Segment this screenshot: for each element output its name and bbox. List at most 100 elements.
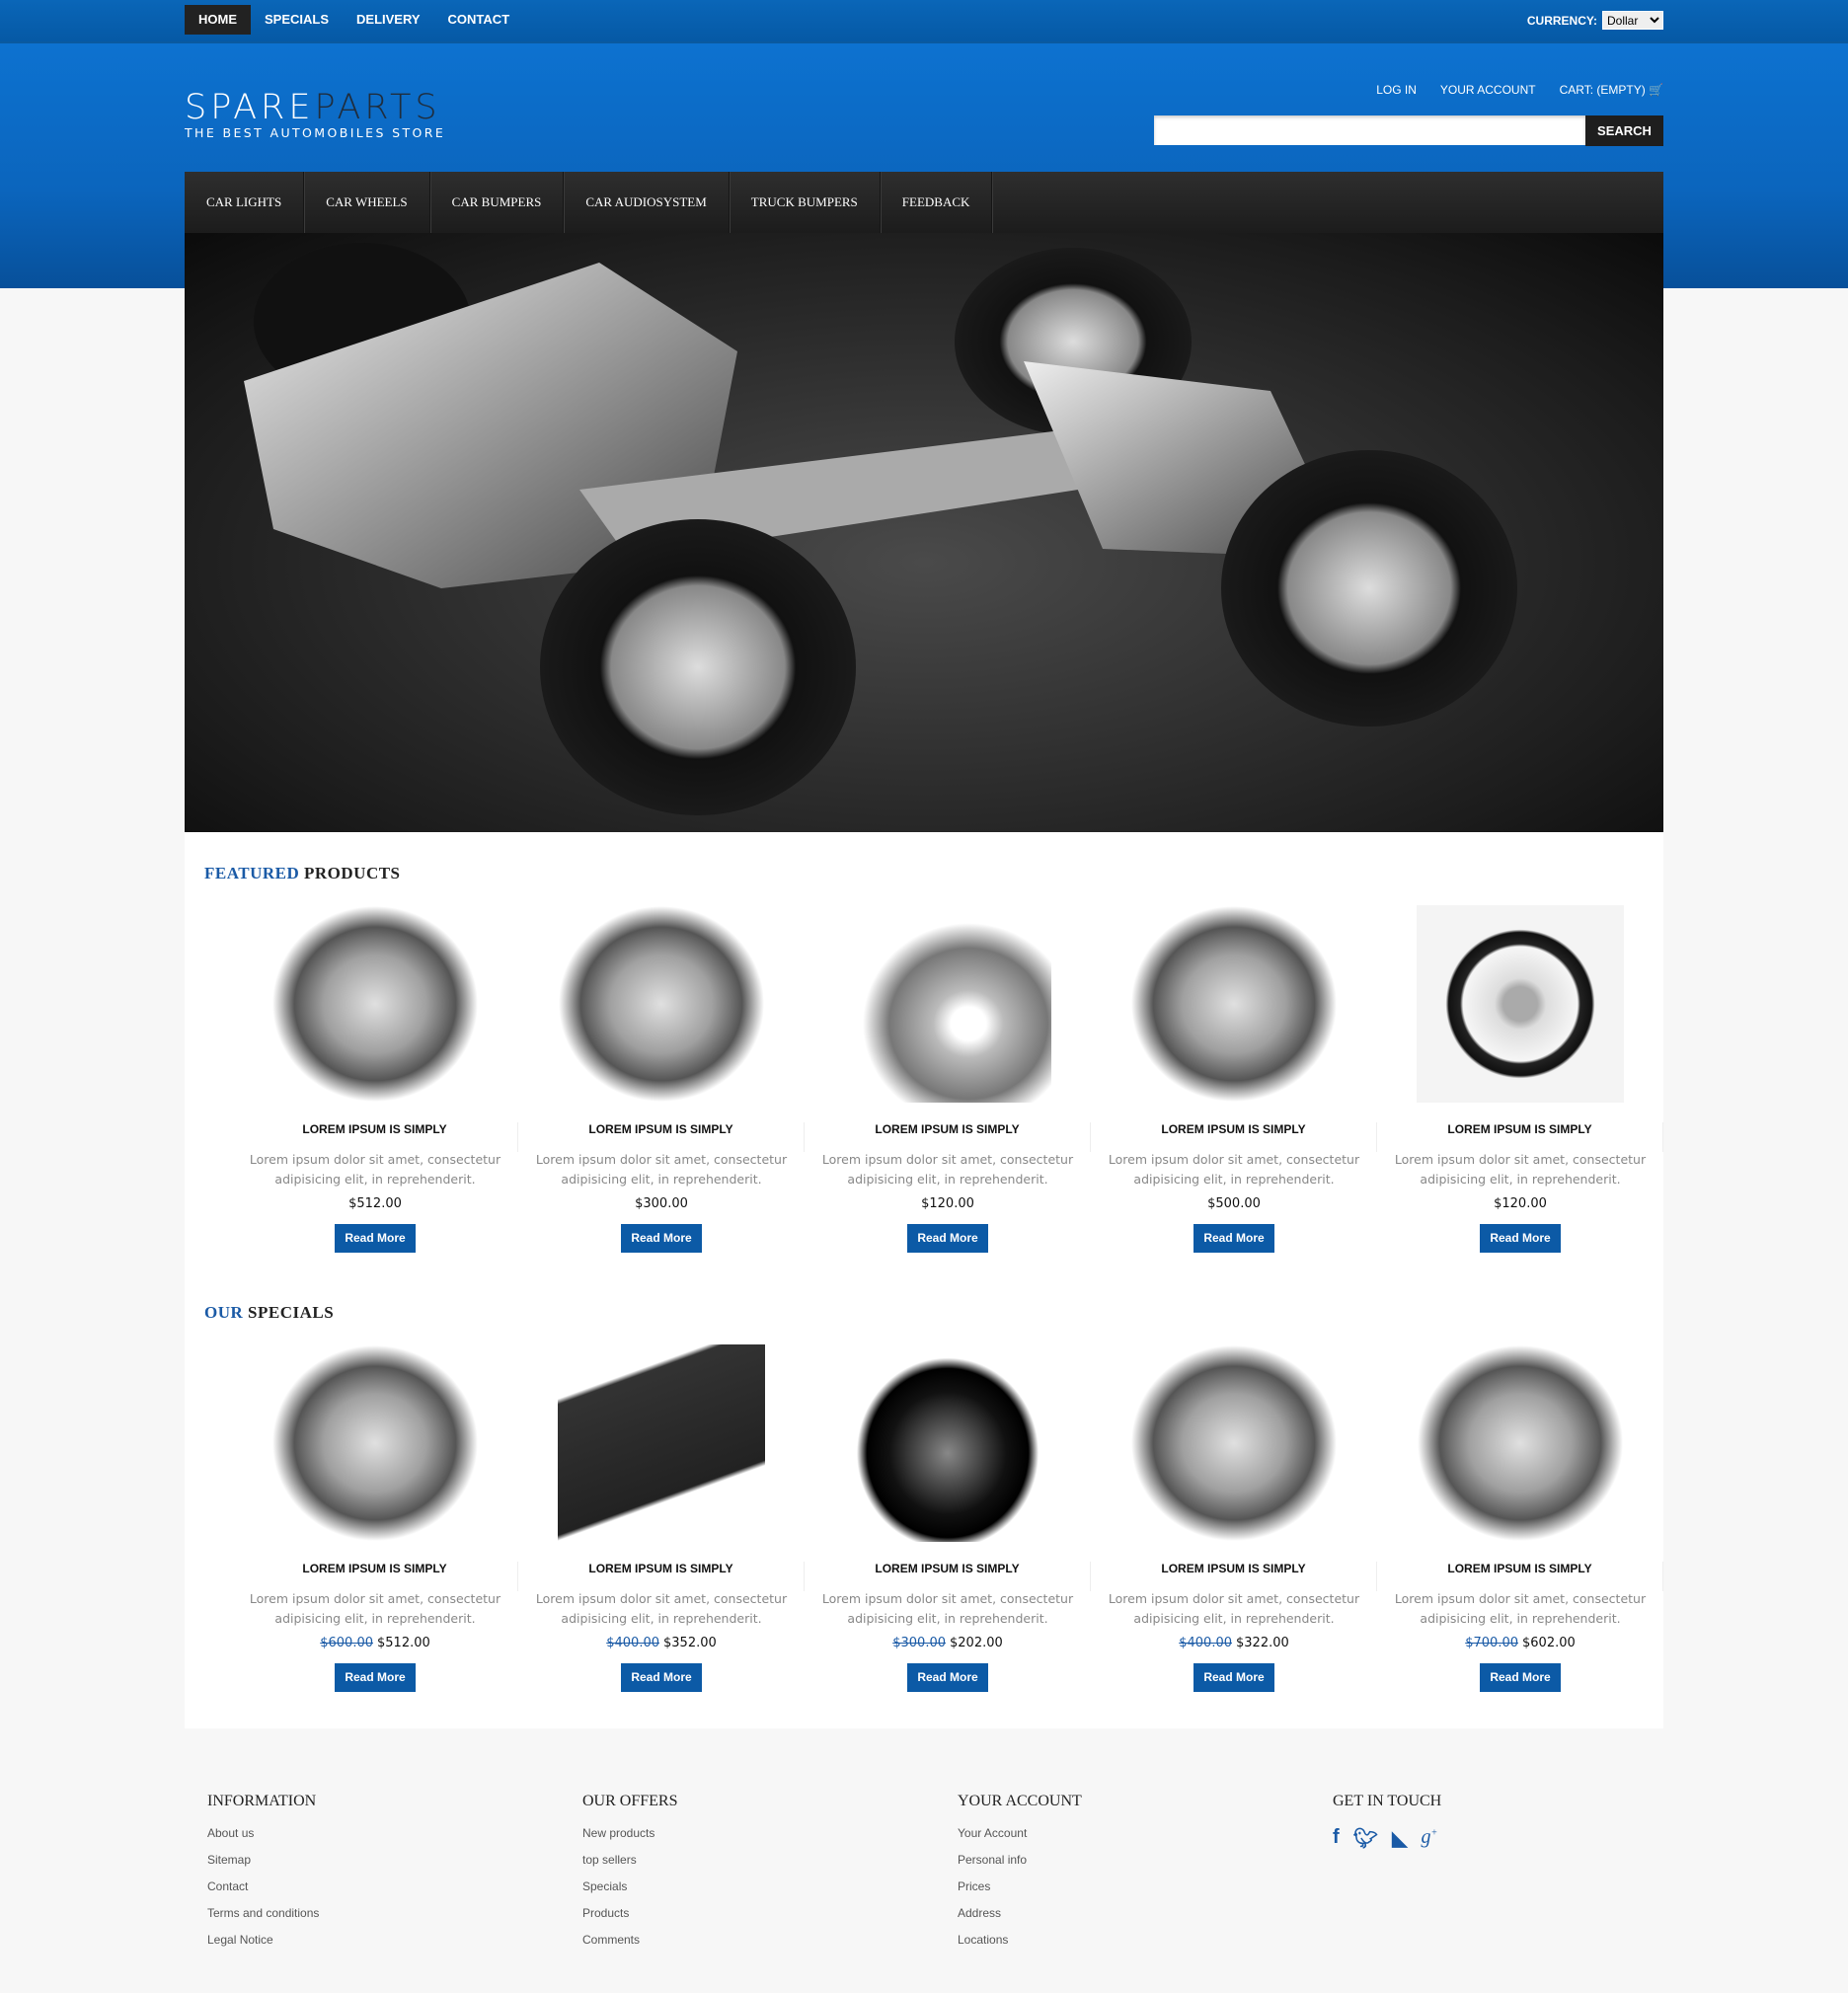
product-image-headlights[interactable] [844, 1344, 1051, 1542]
title-highlight: FEATURED [204, 864, 300, 882]
read-more-button[interactable]: Read More [621, 1224, 702, 1253]
logo[interactable]: SPAREPARTS THE BEST AUTOMOBILES STORE [185, 91, 445, 141]
nav-specials[interactable]: SPECIALS [251, 5, 343, 35]
product-title[interactable]: LOREM IPSUM IS SIMPLY [232, 1122, 518, 1152]
read-more-button[interactable]: Read More [1480, 1663, 1561, 1692]
top-nav: HOME SPECIALS DELIVERY CONTACT [185, 5, 523, 35]
nav-home[interactable]: HOME [185, 5, 251, 35]
cart-icon: 🛒 [1649, 83, 1663, 97]
search-input[interactable] [1154, 115, 1585, 145]
category-feedback[interactable]: FEEDBACK [881, 172, 993, 233]
footer-link[interactable]: Locations [958, 1933, 1333, 1959]
product-title[interactable]: LOREM IPSUM IS SIMPLY [1377, 1562, 1663, 1591]
product-title[interactable]: LOREM IPSUM IS SIMPLY [805, 1122, 1091, 1152]
product-image-engine[interactable] [271, 1344, 479, 1542]
product-title[interactable]: LOREM IPSUM IS SIMPLY [518, 1562, 805, 1591]
footer-link[interactable]: Address [958, 1906, 1333, 1933]
product-image-steering-wheel[interactable] [1417, 905, 1624, 1103]
old-price: $400.00 [606, 1636, 659, 1650]
product-title[interactable]: LOREM IPSUM IS SIMPLY [1091, 1122, 1377, 1152]
product-price: $500.00 [1091, 1196, 1377, 1211]
product-image-gps[interactable] [558, 1344, 765, 1542]
footer: INFORMATION About us Sitemap Contact Ter… [207, 1793, 1708, 1959]
footer-link[interactable]: Comments [582, 1933, 958, 1959]
currency-label: CURRENCY: [1526, 13, 1597, 28]
product-image-engine[interactable] [271, 905, 479, 1103]
product-card: LOREM IPSUM IS SIMPLY Lorem ipsum dolor … [1377, 1344, 1663, 1692]
current-price: $322.00 [1236, 1636, 1289, 1650]
product-title[interactable]: LOREM IPSUM IS SIMPLY [805, 1562, 1091, 1591]
product-card: LOREM IPSUM IS SIMPLY Lorem ipsum dolor … [232, 905, 518, 1253]
account-links: LOG IN YOUR ACCOUNT CART: (EMPTY) 🛒 [1376, 83, 1663, 97]
category-car-lights[interactable]: CAR LIGHTS [185, 172, 305, 233]
category-car-wheels[interactable]: CAR WHEELS [304, 172, 430, 233]
footer-link[interactable]: New products [582, 1826, 958, 1853]
product-card: LOREM IPSUM IS SIMPLY Lorem ipsum dolor … [805, 905, 1091, 1253]
old-price: $400.00 [1179, 1636, 1232, 1650]
current-price: $300.00 [635, 1196, 688, 1211]
read-more-button[interactable]: Read More [907, 1663, 988, 1692]
currency-selector: CURRENCY: Dollar [1527, 11, 1663, 30]
current-price: $120.00 [1494, 1196, 1547, 1211]
rss-icon[interactable]: ◣ [1392, 1826, 1407, 1851]
search-button[interactable]: SEARCH [1585, 115, 1663, 146]
title-rest: PRODUCTS [304, 864, 401, 882]
footer-link[interactable]: Contact [207, 1879, 582, 1906]
read-more-button[interactable]: Read More [335, 1663, 416, 1692]
product-image-brake-kit[interactable] [844, 905, 1051, 1103]
product-title[interactable]: LOREM IPSUM IS SIMPLY [1377, 1122, 1663, 1152]
read-more-button[interactable]: Read More [1480, 1224, 1561, 1253]
current-price: $512.00 [348, 1196, 402, 1211]
footer-link[interactable]: Products [582, 1906, 958, 1933]
your-account-link[interactable]: YOUR ACCOUNT [1440, 83, 1536, 97]
google-plus-icon[interactable]: g+ [1421, 1826, 1437, 1851]
read-more-button[interactable]: Read More [335, 1224, 416, 1253]
current-price: $120.00 [921, 1196, 974, 1211]
title-highlight: OUR [204, 1303, 244, 1322]
product-image-engine[interactable] [1417, 1344, 1624, 1542]
footer-link[interactable]: top sellers [582, 1853, 958, 1879]
currency-select[interactable]: Dollar [1602, 11, 1663, 30]
product-image-engine[interactable] [1130, 905, 1338, 1103]
featured-products-row: LOREM IPSUM IS SIMPLY Lorem ipsum dolor … [185, 905, 1663, 1253]
product-description: Lorem ipsum dolor sit amet, consectetur … [249, 1591, 501, 1626]
footer-link[interactable]: Terms and conditions [207, 1906, 582, 1933]
product-price: $120.00 [1377, 1196, 1663, 1211]
old-price: $300.00 [892, 1636, 946, 1650]
login-link[interactable]: LOG IN [1376, 83, 1417, 97]
footer-link[interactable]: Sitemap [207, 1853, 582, 1879]
read-more-button[interactable]: Read More [1194, 1224, 1274, 1253]
product-price: $300.00 [518, 1196, 805, 1211]
product-description: Lorem ipsum dolor sit amet, consectetur … [821, 1152, 1074, 1187]
footer-link[interactable]: About us [207, 1826, 582, 1853]
twitter-icon[interactable]: 🐦︎ [1353, 1826, 1378, 1851]
footer-heading: GET IN TOUCH [1333, 1793, 1442, 1809]
product-image-engine[interactable] [1130, 1344, 1338, 1542]
facebook-icon[interactable]: f [1333, 1826, 1340, 1851]
nav-delivery[interactable]: DELIVERY [343, 5, 434, 35]
product-price: $700.00 $602.00 [1377, 1636, 1663, 1650]
category-truck-bumpers[interactable]: TRUCK BUMPERS [730, 172, 881, 233]
read-more-button[interactable]: Read More [1194, 1663, 1274, 1692]
read-more-button[interactable]: Read More [621, 1663, 702, 1692]
main-content: FEATURED PRODUCTS LOREM IPSUM IS SIMPLY … [185, 832, 1663, 1728]
footer-link[interactable]: Your Account [958, 1826, 1333, 1853]
footer-your-account: YOUR ACCOUNT Your Account Personal info … [958, 1793, 1333, 1959]
category-car-audiosystem[interactable]: CAR AUDIOSYSTEM [564, 172, 730, 233]
product-image-engine[interactable] [558, 905, 765, 1103]
footer-link[interactable]: Specials [582, 1879, 958, 1906]
footer-link[interactable]: Legal Notice [207, 1933, 582, 1959]
product-price: $512.00 [232, 1196, 518, 1211]
nav-contact[interactable]: CONTACT [434, 5, 524, 35]
old-price: $700.00 [1465, 1636, 1518, 1650]
footer-link[interactable]: Personal info [958, 1853, 1333, 1879]
category-car-bumpers[interactable]: CAR BUMPERS [430, 172, 565, 233]
read-more-button[interactable]: Read More [907, 1224, 988, 1253]
product-description: Lorem ipsum dolor sit amet, consectetur … [1394, 1152, 1647, 1187]
product-title[interactable]: LOREM IPSUM IS SIMPLY [232, 1562, 518, 1591]
cart-link[interactable]: CART: (EMPTY) 🛒 [1560, 83, 1663, 97]
product-title[interactable]: LOREM IPSUM IS SIMPLY [1091, 1562, 1377, 1591]
footer-link[interactable]: Prices [958, 1879, 1333, 1906]
product-card: LOREM IPSUM IS SIMPLY Lorem ipsum dolor … [518, 1344, 805, 1692]
product-title[interactable]: LOREM IPSUM IS SIMPLY [518, 1122, 805, 1152]
